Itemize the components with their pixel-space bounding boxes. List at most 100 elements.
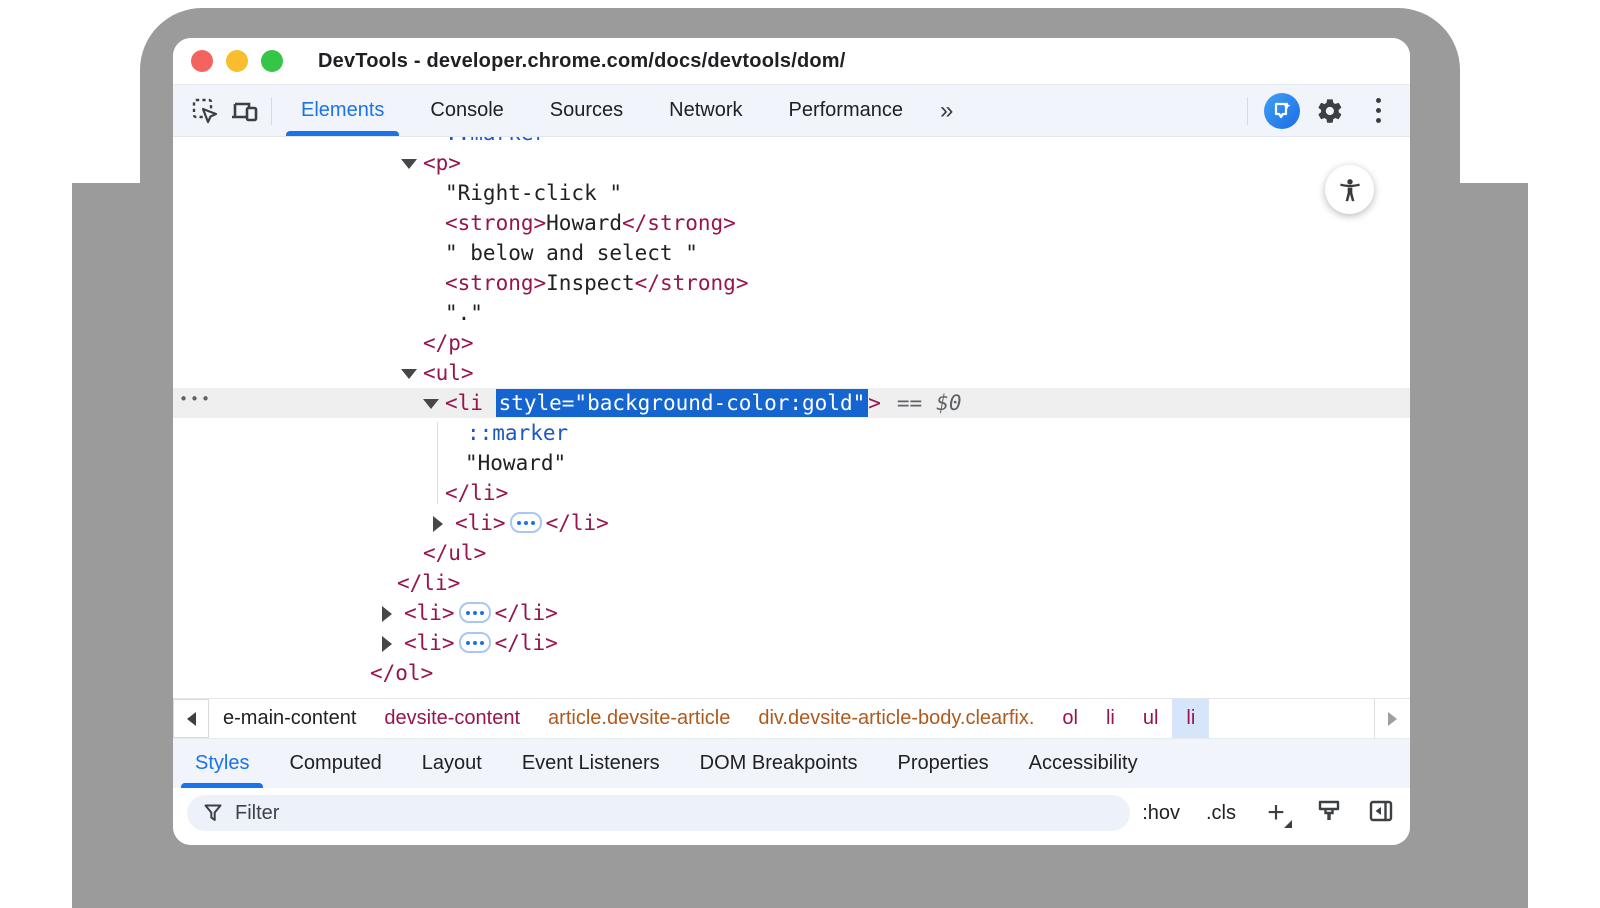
expand-arrow-right-icon[interactable] [433, 516, 443, 532]
sidebar-tab-accessibility[interactable]: Accessibility [1009, 739, 1158, 788]
dom-tag: </li> [495, 601, 558, 625]
dom-text: Inspect [546, 271, 635, 295]
settings-gear-icon[interactable] [1310, 91, 1350, 131]
rendering-brush-icon[interactable] [1316, 798, 1342, 829]
dom-tag: </p> [423, 331, 474, 355]
dom-node-row[interactable]: </ul> [173, 538, 1410, 568]
dom-tag: </strong> [622, 211, 736, 235]
dock-sidebar-icon[interactable] [1368, 798, 1394, 829]
expand-arrow-right-icon[interactable] [382, 606, 392, 622]
panel-tab-strip: ElementsConsoleSourcesNetworkPerformance [278, 85, 926, 136]
ai-assistance-icon[interactable] [1264, 93, 1300, 129]
dom-node-row[interactable]: <li></li> [173, 628, 1410, 658]
dom-tag: </li> [546, 511, 609, 535]
breadcrumb-item[interactable]: article.devsite-article [534, 699, 744, 738]
device-toolbar-icon[interactable] [225, 91, 265, 131]
sidebar-tab-event-listeners[interactable]: Event Listeners [502, 739, 680, 788]
window-bottom-padding [173, 838, 1410, 845]
styles-filter-bar: :hov .cls + [173, 788, 1410, 838]
elements-dom-tree: ::marker<p>"Right-click "<strong>Howard<… [173, 137, 1410, 698]
node-options-dots[interactable]: ••• [179, 384, 212, 414]
filter-input[interactable] [235, 802, 1114, 825]
breadcrumb-scroll-right-button[interactable] [1374, 699, 1410, 738]
breadcrumb-item[interactable]: li [1092, 699, 1129, 738]
dom-node-row[interactable]: •••<li style="background-color:gold">==$… [173, 388, 1410, 418]
breadcrumb-item[interactable]: ul [1129, 699, 1173, 738]
element-classes-button[interactable]: .cls [1206, 802, 1236, 825]
dom-node-row[interactable]: ::marker [173, 418, 1410, 448]
dom-tag: <li> [455, 511, 506, 535]
expand-arrow-right-icon[interactable] [382, 636, 392, 652]
dom-text: "Howard" [465, 451, 566, 475]
dom-node-row[interactable]: "Howard" [173, 448, 1410, 478]
tab-sources[interactable]: Sources [527, 85, 646, 136]
expand-arrow-down-icon[interactable] [401, 369, 417, 379]
dom-node-row[interactable]: "Right-click " [173, 178, 1410, 208]
dom-text: "Right-click " [445, 181, 622, 205]
dom-tag: > [868, 391, 881, 415]
more-options-kebab-icon[interactable] [1360, 98, 1396, 123]
collapsed-children-ellipsis-icon[interactable] [459, 602, 491, 623]
dom-node-row[interactable]: ::marker [173, 137, 1410, 148]
breadcrumb-item[interactable]: e-main-content [209, 699, 370, 738]
titlebar: DevTools - developer.chrome.com/docs/dev… [173, 38, 1410, 85]
filter-funnel-icon [203, 803, 223, 823]
dom-node-row[interactable]: " below and select " [173, 238, 1410, 268]
dom-tag: <strong> [445, 211, 546, 235]
close-window-button[interactable] [191, 50, 213, 72]
sidebar-tab-styles[interactable]: Styles [175, 739, 269, 788]
dom-node-row[interactable]: "." [173, 298, 1410, 328]
maximize-window-button[interactable] [261, 50, 283, 72]
tab-elements[interactable]: Elements [278, 85, 407, 136]
breadcrumb-item[interactable]: ol [1048, 699, 1092, 738]
minimize-window-button[interactable] [226, 50, 248, 72]
dom-node-row[interactable]: </li> [173, 568, 1410, 598]
dom-node-row[interactable]: <li></li> [173, 598, 1410, 628]
sidebar-tab-layout[interactable]: Layout [402, 739, 502, 788]
tab-console[interactable]: Console [407, 85, 526, 136]
dom-pseudo: ::marker [445, 137, 546, 145]
accessibility-person-icon[interactable] [1325, 165, 1374, 214]
expand-arrow-down-icon[interactable] [423, 399, 439, 409]
collapsed-children-ellipsis-icon[interactable] [510, 512, 542, 533]
sidebar-tab-dom-breakpoints[interactable]: DOM Breakpoints [680, 739, 878, 788]
dom-attr-selected[interactable]: style="background-color:gold" [496, 389, 869, 417]
breadcrumb-item[interactable]: div.devsite-article-body.clearfix. [744, 699, 1048, 738]
breadcrumb-item[interactable]: devsite-content [370, 699, 534, 738]
dom-dollar: $0 [936, 391, 961, 415]
styles-sidebar-tab-strip: StylesComputedLayoutEvent ListenersDOM B… [173, 738, 1410, 788]
breadcrumb-item[interactable]: li [1172, 699, 1209, 738]
dom-node-row[interactable]: <p> [173, 148, 1410, 178]
toggle-element-state-button[interactable]: :hov [1142, 802, 1180, 825]
dom-eq: == [897, 391, 922, 415]
more-tabs-button[interactable]: » [926, 97, 965, 125]
expand-arrow-down-icon[interactable] [401, 159, 417, 169]
dom-node-row[interactable]: <strong>Inspect</strong> [173, 268, 1410, 298]
indent-guide [437, 422, 438, 504]
dom-tag: </li> [397, 571, 460, 595]
new-style-rule-plus-icon[interactable]: + [1262, 799, 1290, 827]
inspect-element-icon[interactable] [185, 91, 225, 131]
breadcrumb-scroll-left-button[interactable] [173, 699, 209, 738]
dom-tag: <li [445, 391, 496, 415]
dom-node-row[interactable]: <ul> [173, 358, 1410, 388]
dom-node-row[interactable]: </li> [173, 478, 1410, 508]
chevron-left-icon [187, 712, 196, 726]
collapsed-children-ellipsis-icon[interactable] [459, 632, 491, 653]
devtools-toolbar: ElementsConsoleSourcesNetworkPerformance… [173, 85, 1410, 137]
dom-node-row[interactable]: </p> [173, 328, 1410, 358]
sidebar-tab-properties[interactable]: Properties [878, 739, 1009, 788]
dom-node-row[interactable]: <li> </li> [173, 508, 1410, 538]
dom-node-row[interactable]: <strong>Howard</strong> [173, 208, 1410, 238]
tab-network[interactable]: Network [646, 85, 765, 136]
toolbar-divider [271, 97, 272, 125]
dom-tag: <ul> [423, 361, 474, 385]
dom-tag: <li> [404, 631, 455, 655]
dom-text: "." [445, 301, 483, 325]
sidebar-tab-computed[interactable]: Computed [269, 739, 401, 788]
page: DevTools - developer.chrome.com/docs/dev… [0, 0, 1600, 908]
dom-text: Howard [546, 211, 622, 235]
dom-node-row[interactable]: </ol> [173, 658, 1410, 688]
style-filter-field[interactable] [187, 795, 1130, 831]
tab-performance[interactable]: Performance [766, 85, 927, 136]
